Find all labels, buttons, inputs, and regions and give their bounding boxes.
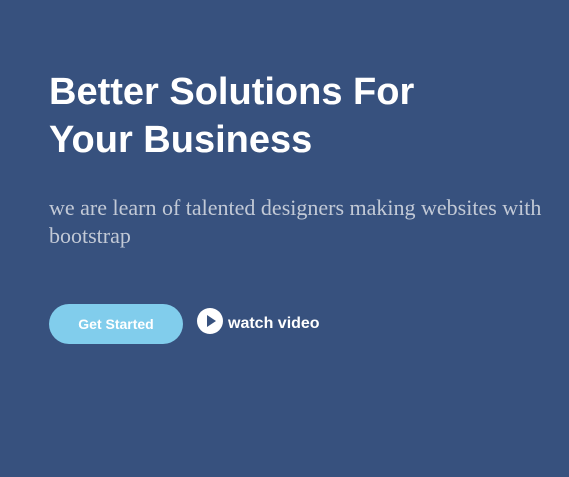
- hero-actions: Get Started watch video: [49, 304, 320, 344]
- watch-video-button[interactable]: watch video: [197, 308, 320, 337]
- get-started-label: Get Started: [78, 316, 154, 332]
- hero-title-line-2: Your Business: [49, 119, 313, 161]
- watch-video-label: watch video: [228, 315, 320, 332]
- hero-title-line-1: Better Solutions For: [49, 71, 415, 113]
- hero-title: Better Solutions For Your Business: [49, 68, 549, 164]
- hero-section: Better Solutions For Your Business we ar…: [49, 68, 549, 250]
- play-circle-icon: [197, 308, 223, 334]
- get-started-button[interactable]: Get Started: [49, 304, 183, 344]
- hero-subtitle: we are learn of talented designers makin…: [49, 195, 542, 248]
